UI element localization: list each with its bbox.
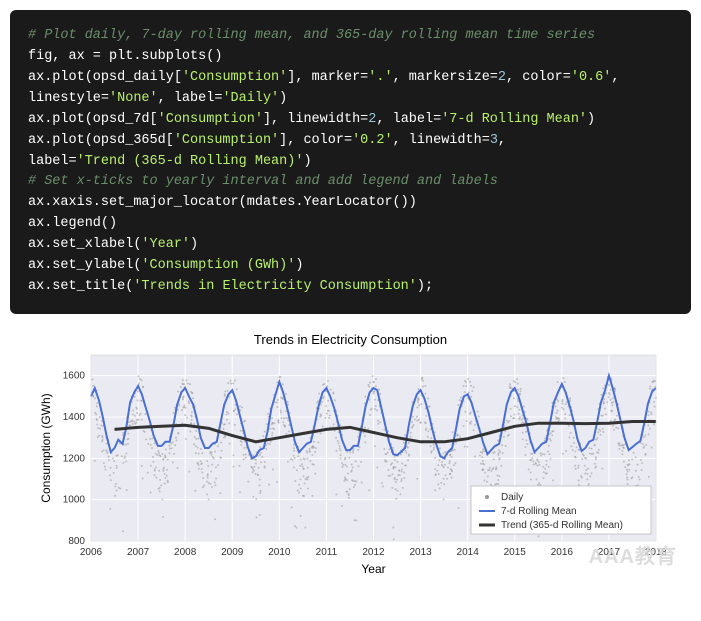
svg-text:2009: 2009 xyxy=(221,547,244,558)
svg-text:2012: 2012 xyxy=(362,547,385,558)
code-comment: # Plot daily, 7-day rolling mean, and 36… xyxy=(28,28,595,43)
svg-text:2015: 2015 xyxy=(504,547,527,558)
svg-text:2016: 2016 xyxy=(551,547,574,558)
svg-text:2007: 2007 xyxy=(127,547,150,558)
svg-text:2006: 2006 xyxy=(80,547,103,558)
svg-text:1200: 1200 xyxy=(63,453,86,464)
code-comment: # Set x-ticks to yearly interval and add… xyxy=(28,174,498,189)
x-axis-label: Year xyxy=(361,562,385,576)
svg-text:2013: 2013 xyxy=(409,547,432,558)
code-block: # Plot daily, 7-day rolling mean, and 36… xyxy=(10,10,691,314)
svg-text:2010: 2010 xyxy=(268,547,291,558)
chart-title: Trends in Electricity Consumption xyxy=(36,326,665,349)
legend-item: 7-d Rolling Mean xyxy=(501,506,577,517)
chart-svg: 800 1000 1200 1400 1600 2006 2007 2008 2009 2010 2… xyxy=(36,349,666,579)
svg-text:1400: 1400 xyxy=(63,412,86,423)
svg-text:800: 800 xyxy=(68,536,85,547)
svg-text:2011: 2011 xyxy=(316,547,338,558)
svg-text:2008: 2008 xyxy=(174,547,197,558)
svg-text:1000: 1000 xyxy=(63,495,86,506)
watermark: AAA教育 xyxy=(589,540,677,569)
legend-item: Daily xyxy=(501,492,523,503)
legend-item: Trend (365-d Rolling Mean) xyxy=(501,520,623,531)
svg-text:2014: 2014 xyxy=(457,547,480,558)
y-axis-label: Consumption (GWh) xyxy=(39,393,53,502)
svg-text:1600: 1600 xyxy=(63,371,86,382)
